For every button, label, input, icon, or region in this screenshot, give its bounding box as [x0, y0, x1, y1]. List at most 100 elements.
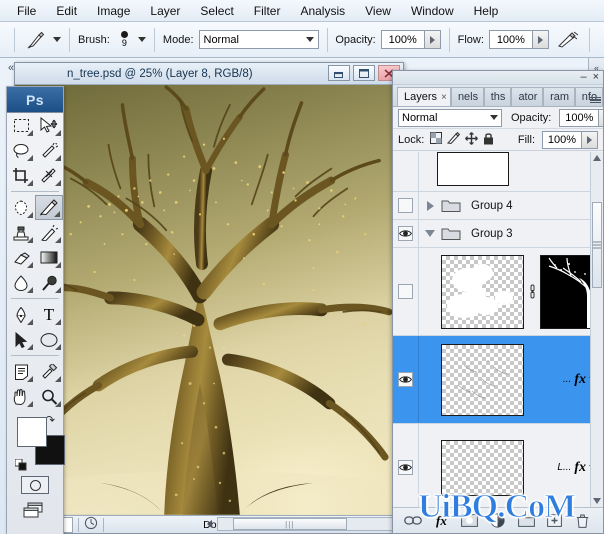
table-row[interactable] — [393, 152, 603, 192]
screen-mode-button[interactable] — [7, 497, 63, 525]
menu-item-filter[interactable]: Filter — [245, 2, 290, 20]
new-layer-button[interactable] — [546, 512, 564, 530]
panel-title-bar[interactable]: – × — [393, 71, 603, 85]
layer-list[interactable]: Group 4 Group 3 ... fx L... fx — [393, 152, 603, 507]
fx-icon[interactable]: fx — [574, 372, 586, 388]
layer-opacity-slider-button[interactable] — [599, 108, 603, 127]
airbrush-icon[interactable] — [555, 27, 581, 53]
layer-name[interactable]: Group 3 — [463, 228, 513, 240]
timing-icon[interactable] — [84, 516, 98, 533]
adjustment-layer-button[interactable] — [489, 512, 507, 530]
opacity-slider-button[interactable] — [424, 30, 441, 49]
lock-transparency-icon[interactable] — [430, 132, 443, 147]
fx-icon-2[interactable]: fx — [574, 460, 586, 476]
opacity-control[interactable]: 100% — [380, 30, 441, 49]
eraser-tool-button[interactable] — [7, 245, 35, 270]
layer-opacity-control[interactable]: 100% — [559, 108, 603, 127]
menu-item-help[interactable]: Help — [465, 2, 508, 20]
panel-close-icon[interactable]: × — [593, 71, 599, 83]
history-brush-tool-button[interactable] — [35, 220, 63, 245]
path-selection-tool-button[interactable] — [7, 327, 35, 352]
panel-menu-icon[interactable] — [590, 96, 601, 103]
slice-tool-button[interactable] — [35, 163, 63, 188]
dodge-tool-button[interactable] — [35, 270, 63, 295]
new-group-button[interactable] — [517, 512, 535, 530]
lasso-tool-button[interactable] — [7, 138, 35, 163]
group-collapse-toggle[interactable] — [419, 230, 441, 237]
zoom-tool-button[interactable] — [35, 384, 63, 409]
magic-wand-tool-button[interactable] — [35, 138, 63, 163]
visibility-toggle-empty[interactable] — [398, 198, 413, 213]
close-icon[interactable]: × — [441, 92, 447, 103]
notes-tool-button[interactable] — [7, 359, 35, 384]
marquee-tool-button[interactable] — [7, 113, 35, 138]
layer-visibility-cell[interactable] — [393, 192, 419, 219]
layer-fill-slider-button[interactable] — [582, 130, 598, 149]
layer-thumbnail-selected[interactable] — [441, 343, 524, 416]
foreground-color-swatch[interactable] — [17, 417, 47, 447]
layer-fill-control[interactable]: 100% — [542, 130, 598, 149]
layer-thumbnail[interactable] — [437, 152, 509, 186]
pen-tool-button[interactable] — [7, 302, 35, 327]
lock-position-icon[interactable] — [465, 131, 479, 148]
scroll-down-button[interactable] — [591, 494, 603, 507]
layer-blend-mode-select[interactable]: Normal — [398, 108, 502, 127]
type-tool-button[interactable]: T — [35, 302, 63, 327]
brush-size-preview[interactable]: 9 — [115, 31, 134, 48]
lock-all-icon[interactable] — [483, 132, 494, 148]
layer-fill-input[interactable]: 100% — [542, 130, 582, 149]
visibility-toggle-on[interactable] — [398, 226, 413, 241]
move-tool-button[interactable] — [35, 113, 63, 138]
layer-visibility-cell[interactable] — [393, 220, 419, 247]
tab-navigator[interactable]: ator — [511, 87, 544, 106]
opacity-input[interactable]: 100% — [380, 30, 425, 49]
horizontal-scrollbar[interactable]: ||| — [203, 515, 403, 533]
scroll-left-button[interactable] — [203, 520, 217, 528]
layer-mask-link-icon[interactable] — [526, 284, 538, 299]
document-title-bar[interactable]: n_tree.psd @ 25% (Layer 8, RGB/8) — [15, 63, 403, 85]
visibility-toggle-empty-2[interactable] — [398, 284, 413, 299]
scroll-track[interactable]: ||| — [217, 517, 403, 531]
scroll-thumb[interactable]: ||| — [232, 518, 347, 530]
flow-control[interactable]: 100% — [488, 30, 549, 49]
blur-tool-button[interactable] — [7, 270, 35, 295]
menu-item-select[interactable]: Select — [191, 2, 242, 20]
menu-item-edit[interactable]: Edit — [47, 2, 86, 20]
menu-item-image[interactable]: Image — [88, 2, 139, 20]
brush-tool-button[interactable] — [35, 195, 63, 220]
menu-item-window[interactable]: Window — [402, 2, 463, 20]
layer-visibility-cell[interactable] — [393, 152, 419, 191]
canvas-area[interactable] — [15, 85, 403, 515]
flow-slider-button[interactable] — [532, 30, 549, 49]
layers-vertical-scrollbar[interactable] — [590, 152, 603, 507]
table-row[interactable]: Group 3 — [393, 220, 603, 248]
menu-item-analysis[interactable]: Analysis — [291, 2, 354, 20]
panel-minimize-icon[interactable]: – — [580, 71, 586, 83]
flow-input[interactable]: 100% — [488, 30, 533, 49]
group-expand-toggle[interactable] — [419, 200, 441, 211]
layer-name[interactable]: Group 4 — [463, 200, 513, 212]
ellipse-shape-tool-button[interactable] — [35, 327, 63, 352]
menu-item-view[interactable]: View — [356, 2, 400, 20]
collapse-panels-chevron-icon[interactable]: « — [8, 62, 14, 74]
layers-scroll-thumb[interactable] — [592, 202, 602, 288]
menu-item-file[interactable]: File — [8, 2, 45, 20]
layer-thumbnail[interactable] — [441, 254, 524, 329]
blend-mode-select[interactable]: Normal — [198, 30, 319, 49]
layer-thumbnail-2[interactable] — [441, 439, 524, 496]
lock-image-icon[interactable] — [447, 131, 461, 147]
eyedropper-tool-button[interactable] — [35, 359, 63, 384]
brush-preset-chevron-icon[interactable] — [53, 37, 62, 42]
brush-picker-chevron-icon[interactable] — [138, 37, 147, 42]
table-row[interactable]: L... fx — [393, 424, 603, 507]
delete-layer-button[interactable] — [574, 512, 592, 530]
healing-brush-tool-button[interactable] — [7, 195, 35, 220]
add-mask-button[interactable] — [461, 512, 479, 530]
hand-tool-button[interactable] — [7, 384, 35, 409]
maximize-button[interactable] — [353, 65, 375, 81]
link-layers-button[interactable] — [404, 512, 422, 530]
layer-visibility-cell[interactable] — [393, 424, 419, 507]
layer-visibility-cell[interactable] — [393, 336, 419, 423]
tab-channels[interactable]: nels — [450, 87, 484, 106]
tab-layers[interactable]: Layers × — [397, 87, 451, 106]
